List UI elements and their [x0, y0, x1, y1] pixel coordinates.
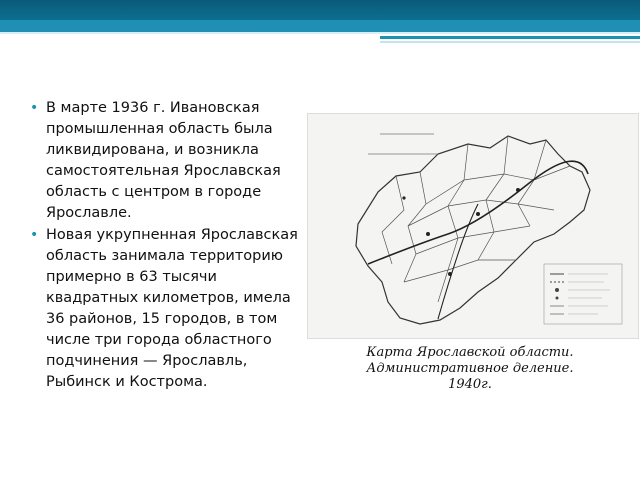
caption-line: 1940г. — [448, 377, 492, 392]
header-divider — [0, 32, 640, 34]
bullet-icon: • — [30, 100, 39, 116]
header-bar — [0, 0, 640, 20]
bullet-icon: • — [30, 227, 39, 243]
bullet-item: • В марте 1936 г. Ивановская промышленна… — [28, 98, 308, 224]
bullet-text: В марте 1936 г. Ивановская промышленная … — [46, 100, 281, 221]
header-thin-line — [380, 41, 640, 43]
bullet-item: • Новая укрупненная Ярославская область … — [28, 225, 308, 393]
bullet-text: Новая укрупненная Ярославская область за… — [46, 227, 298, 390]
caption-line: Карта Ярославской области. — [366, 345, 574, 360]
header-accent-line — [380, 36, 640, 39]
header-accent-bar — [0, 20, 640, 32]
caption-line: Административное деление. — [366, 361, 574, 376]
region-map-image — [307, 113, 639, 339]
bullet-list: • В марте 1936 г. Ивановская промышленна… — [28, 98, 308, 394]
map-caption: Карта Ярославской области. Административ… — [340, 345, 600, 393]
map-drawing — [355, 133, 623, 325]
